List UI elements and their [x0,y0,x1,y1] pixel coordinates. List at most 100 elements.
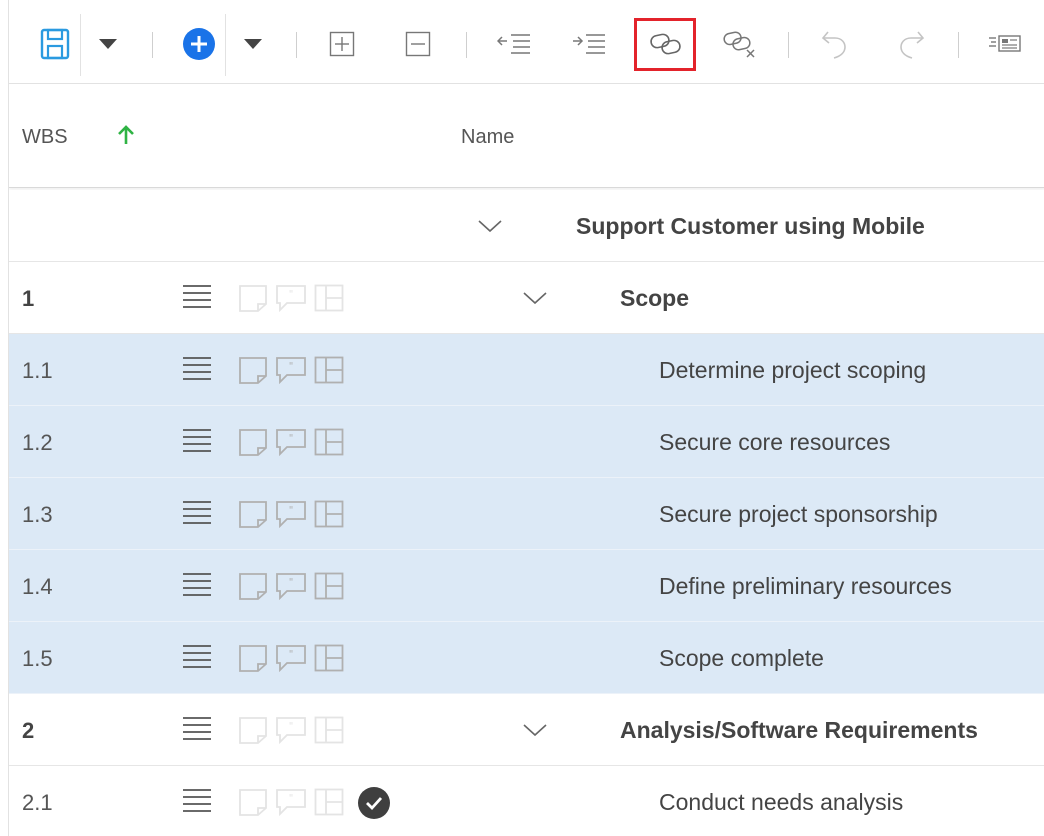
row-menu-icon[interactable] [182,427,212,458]
expand-all-button[interactable] [327,20,357,68]
toolbar-separator [466,32,467,58]
comment-icon[interactable]: " [275,716,307,744]
comment-icon[interactable]: " [275,572,307,600]
table-row[interactable]: 1.2 " Secure core resources [9,406,1044,478]
wbs-cell: 1.5 [22,646,53,671]
chevron-down-icon[interactable] [477,218,503,239]
row-menu-icon[interactable] [182,643,212,674]
layout-icon[interactable] [314,572,344,600]
svg-text:": " [289,721,294,732]
outdent-button[interactable] [496,20,532,68]
name-column-header[interactable]: Name [461,126,514,149]
table-row[interactable]: 2.1 " Conduct needs analysis [9,766,1044,836]
toolbar-separator [152,32,153,58]
outdent-icon [497,34,530,54]
svg-text:": " [289,505,294,516]
toolbar [9,0,1044,84]
note-icon[interactable] [238,428,268,456]
layout-icon[interactable] [314,716,344,744]
sort-ascending-icon[interactable] [116,124,136,151]
task-name: Support Customer using Mobile [576,213,925,239]
table-row[interactable]: 2 " Analysis/Software Requirements [9,694,1044,766]
save-button[interactable] [37,20,73,68]
layout-icon[interactable] [314,644,344,672]
dropdown-arrow-icon [99,39,117,49]
unlink-tasks-icon [723,31,755,58]
chevron-down-icon[interactable] [522,722,548,743]
note-icon[interactable] [238,356,268,384]
task-name: Scope complete [659,645,824,671]
row-menu-icon[interactable] [182,283,212,314]
comment-icon[interactable]: " [275,284,307,312]
table-row[interactable]: 1.1 " Determine project scoping [9,334,1044,406]
undo-button[interactable] [817,20,853,68]
row-action-icons: " [238,428,344,456]
table-row[interactable]: 1 " Scope [9,262,1044,334]
task-name: Analysis/Software Requirements [620,717,978,743]
task-name: Secure project sponsorship [659,501,938,527]
collapse-all-button[interactable] [403,20,433,68]
schedule-grid-frame: WBS Name Support Customer using Mobile 1 [8,0,1044,836]
task-name: Conduct needs analysis [659,789,904,815]
redo-button[interactable] [893,20,929,68]
wbs-column-header[interactable]: WBS [22,126,68,149]
toolbar-separator [296,32,297,58]
layout-icon[interactable] [314,356,344,384]
row-menu-icon[interactable] [182,571,212,602]
layout-icon[interactable] [314,788,344,816]
comment-icon[interactable]: " [275,644,307,672]
link-button-highlight [634,18,696,71]
indent-button[interactable] [571,20,607,68]
comment-icon[interactable]: " [275,500,307,528]
chevron-down-icon[interactable] [522,290,548,311]
wbs-cell: 1.4 [22,574,53,599]
wbs-cell: 1.2 [22,430,53,455]
svg-text:": " [289,433,294,444]
svg-text:": " [289,289,294,300]
layout-icon[interactable] [314,500,344,528]
wbs-cell: 2.1 [22,790,53,815]
note-icon[interactable] [238,788,268,816]
note-icon[interactable] [238,644,268,672]
task-name: Scope [620,285,690,311]
add-options-dropdown[interactable] [240,20,266,68]
comment-icon[interactable]: " [275,788,307,816]
row-action-icons: " [238,356,344,384]
row-action-icons: " [238,644,344,672]
add-task-button[interactable] [181,20,217,68]
dropdown-arrow-icon [244,39,262,49]
unlink-tasks-button[interactable] [722,20,758,68]
row-action-icons: " [238,716,344,744]
row-menu-icon[interactable] [182,787,212,818]
row-menu-icon[interactable] [182,355,212,386]
grid-header: WBS Name [9,84,1044,188]
layout-icon[interactable] [314,284,344,312]
row-menu-icon[interactable] [182,715,212,746]
table-row[interactable]: 1.5 " Scope complete [9,622,1044,694]
wbs-cell: 2 [22,718,35,743]
row-action-icons: " [238,500,344,528]
note-icon[interactable] [238,500,268,528]
details-pane-button[interactable] [987,20,1023,68]
task-name: Determine project scoping [659,357,927,383]
table-row[interactable]: 1.4 " Define preliminary resources [9,550,1044,622]
layout-icon[interactable] [314,428,344,456]
note-icon[interactable] [238,572,268,600]
wbs-cell: 1.1 [22,358,53,383]
wbs-cell: 1.3 [22,502,53,527]
comment-icon[interactable]: " [275,356,307,384]
wbs-cell: 1 [22,286,35,311]
table-row[interactable]: Support Customer using Mobile [9,190,1044,262]
svg-text:": " [289,577,294,588]
row-action-icons: " [238,572,344,600]
save-options-dropdown[interactable] [95,20,121,68]
details-pane-icon [989,35,1021,52]
expand-all-icon [329,31,355,57]
table-row[interactable]: 1.3 " Secure project sponsorship [9,478,1044,550]
note-icon[interactable] [238,716,268,744]
note-icon[interactable] [238,284,268,312]
row-menu-icon[interactable] [182,499,212,530]
toolbar-separator [788,32,789,58]
comment-icon[interactable]: " [275,428,307,456]
row-action-icons: " [238,788,344,816]
